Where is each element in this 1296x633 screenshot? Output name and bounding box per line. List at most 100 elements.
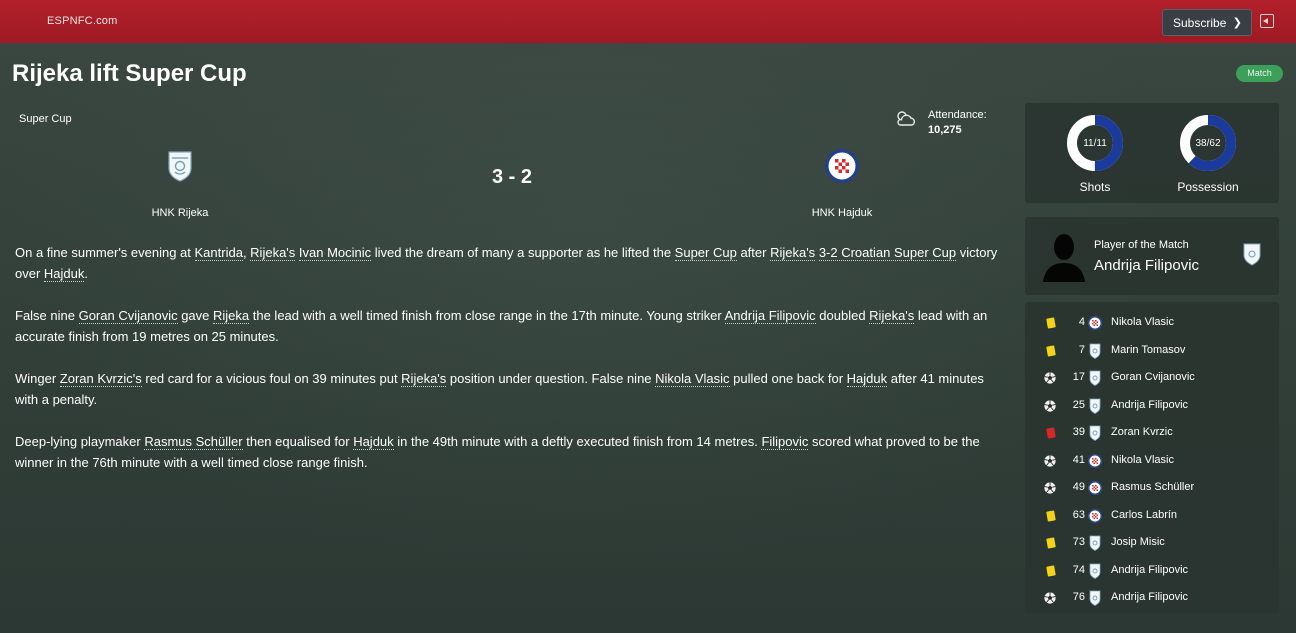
event-row: 74 Andrija Filipovic — [1025, 560, 1279, 582]
away-team-crest-icon — [1088, 508, 1102, 523]
club-link[interactable]: Hajduk — [43, 266, 85, 282]
club-link[interactable]: Rijeka's — [250, 245, 296, 261]
cloudy-weather-icon — [897, 111, 916, 126]
player-link[interactable]: Zoran Kvrzic's — [59, 371, 142, 387]
home-team-crest-icon — [1089, 343, 1101, 359]
club-link[interactable]: Rijeka's — [869, 308, 915, 324]
event-player-name[interactable]: Andrija Filipovic — [1111, 564, 1188, 576]
event-row: 7 Marin Tomasov — [1025, 340, 1279, 362]
competition-label[interactable]: Super Cup — [19, 113, 72, 125]
event-player-name[interactable]: Andrija Filipovic — [1111, 591, 1188, 603]
away-team-crest-icon — [1088, 481, 1102, 495]
club-link[interactable]: Hajduk — [846, 371, 888, 387]
home-team-name[interactable]: HNK Rijeka — [115, 207, 245, 219]
goal-icon — [1044, 454, 1056, 467]
top-bar: ESPNFC.com Subscribe ❯ — [0, 0, 1296, 43]
match-report: On a fine summer's evening at Kantrida, … — [15, 242, 1010, 494]
site-brand[interactable]: ESPNFC.com — [47, 15, 117, 27]
subscribe-dropdown[interactable]: Subscribe ❯ — [1162, 9, 1252, 36]
home-team-crest-icon — [1243, 243, 1261, 266]
event-minute: 73 — [1072, 536, 1085, 548]
club-link[interactable]: Hajduk — [353, 434, 394, 450]
report-paragraph: On a fine summer's evening at Kantrida, … — [15, 242, 1010, 284]
report-text: in the 49th minute with a deftly execute… — [393, 434, 762, 449]
event-player-name[interactable]: Josip Misic — [1111, 536, 1165, 548]
report-text: position under question. False nine — [446, 371, 656, 386]
report-text: False nine — [15, 308, 79, 323]
home-team-crest-icon — [1089, 563, 1101, 579]
report-text: Winger — [15, 371, 60, 386]
attendance-value: 10,275 — [928, 124, 962, 136]
player-link[interactable]: Ivan Mocinic — [298, 245, 372, 261]
player-link[interactable]: Andrija Filipovic — [724, 308, 816, 324]
match-badge: Match — [1236, 65, 1283, 82]
club-link[interactable]: Rijeka's — [401, 371, 447, 387]
event-minute: 41 — [1072, 453, 1085, 466]
away-team-crest-icon — [1088, 316, 1102, 330]
player-link[interactable]: Rasmus Schüller — [144, 434, 243, 450]
goal-icon — [1044, 482, 1056, 494]
report-text: red card for a vicious foul on 39 minute… — [141, 371, 402, 386]
player-link[interactable]: Nikola Vlasic — [655, 371, 730, 387]
collapse-panel-icon[interactable] — [1260, 14, 1274, 28]
red-card-icon — [1046, 427, 1056, 439]
event-minute: 17 — [1072, 371, 1085, 383]
possession-label: Possession — [1177, 180, 1239, 194]
event-minute: 7 — [1078, 343, 1085, 356]
away-team-crest-icon[interactable] — [825, 149, 859, 183]
competition-link[interactable]: Super Cup — [674, 245, 737, 261]
home-team-crest-icon — [1089, 370, 1101, 386]
home-team-crest-icon — [1089, 398, 1101, 414]
event-minute: 76 — [1072, 591, 1085, 603]
report-text: doubled — [815, 308, 870, 323]
event-row: 4 Nikola Vlasic — [1025, 312, 1279, 334]
club-link[interactable]: Rijeka — [213, 308, 250, 324]
away-team-crest-icon — [1088, 453, 1102, 468]
match-link[interactable]: 3-2 Croatian Super Cup — [818, 245, 957, 261]
club-link[interactable]: Rijeka's — [770, 245, 816, 261]
event-minute: 39 — [1072, 426, 1085, 438]
report-paragraph: Deep-lying playmaker Rasmus Schüller the… — [15, 431, 1010, 473]
event-row: 25 Andrija Filipovic — [1025, 395, 1279, 417]
shots-value: 11/11 — [1083, 138, 1107, 149]
report-text: after — [736, 245, 771, 260]
home-team-crest-icon — [1089, 535, 1101, 551]
possession-value: 38/62 — [1195, 138, 1221, 149]
event-player-name[interactable]: Nikola Vlasic — [1111, 454, 1174, 466]
event-player-name[interactable]: Carlos Labrín — [1111, 509, 1177, 521]
event-player-name[interactable]: Rasmus Schüller — [1111, 481, 1194, 493]
home-team-crest-icon[interactable] — [163, 149, 197, 183]
potm-player-name[interactable]: Andrija Filipovic — [1094, 257, 1199, 274]
yellow-card-icon — [1046, 345, 1056, 356]
goal-icon — [1044, 399, 1056, 412]
stadium-link[interactable]: Kantrida — [194, 245, 243, 261]
yellow-card-icon — [1046, 565, 1056, 576]
yellow-card-icon — [1046, 510, 1056, 521]
event-row: 39 Zoran Kvrzic — [1025, 422, 1279, 444]
page-title: Rijeka lift Super Cup — [12, 60, 247, 87]
event-row: 41 Nikola Vlasic — [1025, 450, 1279, 472]
yellow-card-icon — [1046, 317, 1056, 329]
event-player-name[interactable]: Nikola Vlasic — [1111, 316, 1174, 328]
player-silhouette-icon — [1043, 234, 1085, 282]
event-minute: 74 — [1072, 563, 1085, 576]
event-player-name[interactable]: Goran Cvijanovic — [1111, 371, 1195, 383]
home-team-crest-icon — [1089, 425, 1101, 441]
report-text: then equalised for — [242, 434, 354, 449]
away-team-name[interactable]: HNK Hajduk — [777, 207, 907, 219]
event-minute: 49 — [1072, 481, 1085, 493]
match-events-panel: 4 Nikola Vlasic 7 Marin Tomasov 17 Goran Cvij… — [1025, 302, 1279, 613]
player-link[interactable]: Goran Cvijanovic — [78, 308, 178, 324]
report-text: Deep-lying playmaker — [15, 434, 145, 449]
chevron-down-icon: ❯ — [1232, 17, 1242, 29]
event-minute: 63 — [1072, 508, 1085, 521]
player-link[interactable]: Filipovic — [761, 434, 809, 450]
player-of-the-match-panel[interactable]: Player of the Match Andrija Filipovic — [1025, 217, 1279, 295]
event-player-name[interactable]: Andrija Filipovic — [1111, 399, 1188, 411]
event-player-name[interactable]: Marin Tomasov — [1111, 344, 1185, 356]
match-score: 3 - 2 — [491, 166, 533, 188]
subscribe-label: Subscribe — [1173, 16, 1227, 30]
goal-icon — [1044, 372, 1056, 384]
event-player-name[interactable]: Zoran Kvrzic — [1111, 426, 1173, 438]
yellow-card-icon — [1046, 537, 1056, 549]
